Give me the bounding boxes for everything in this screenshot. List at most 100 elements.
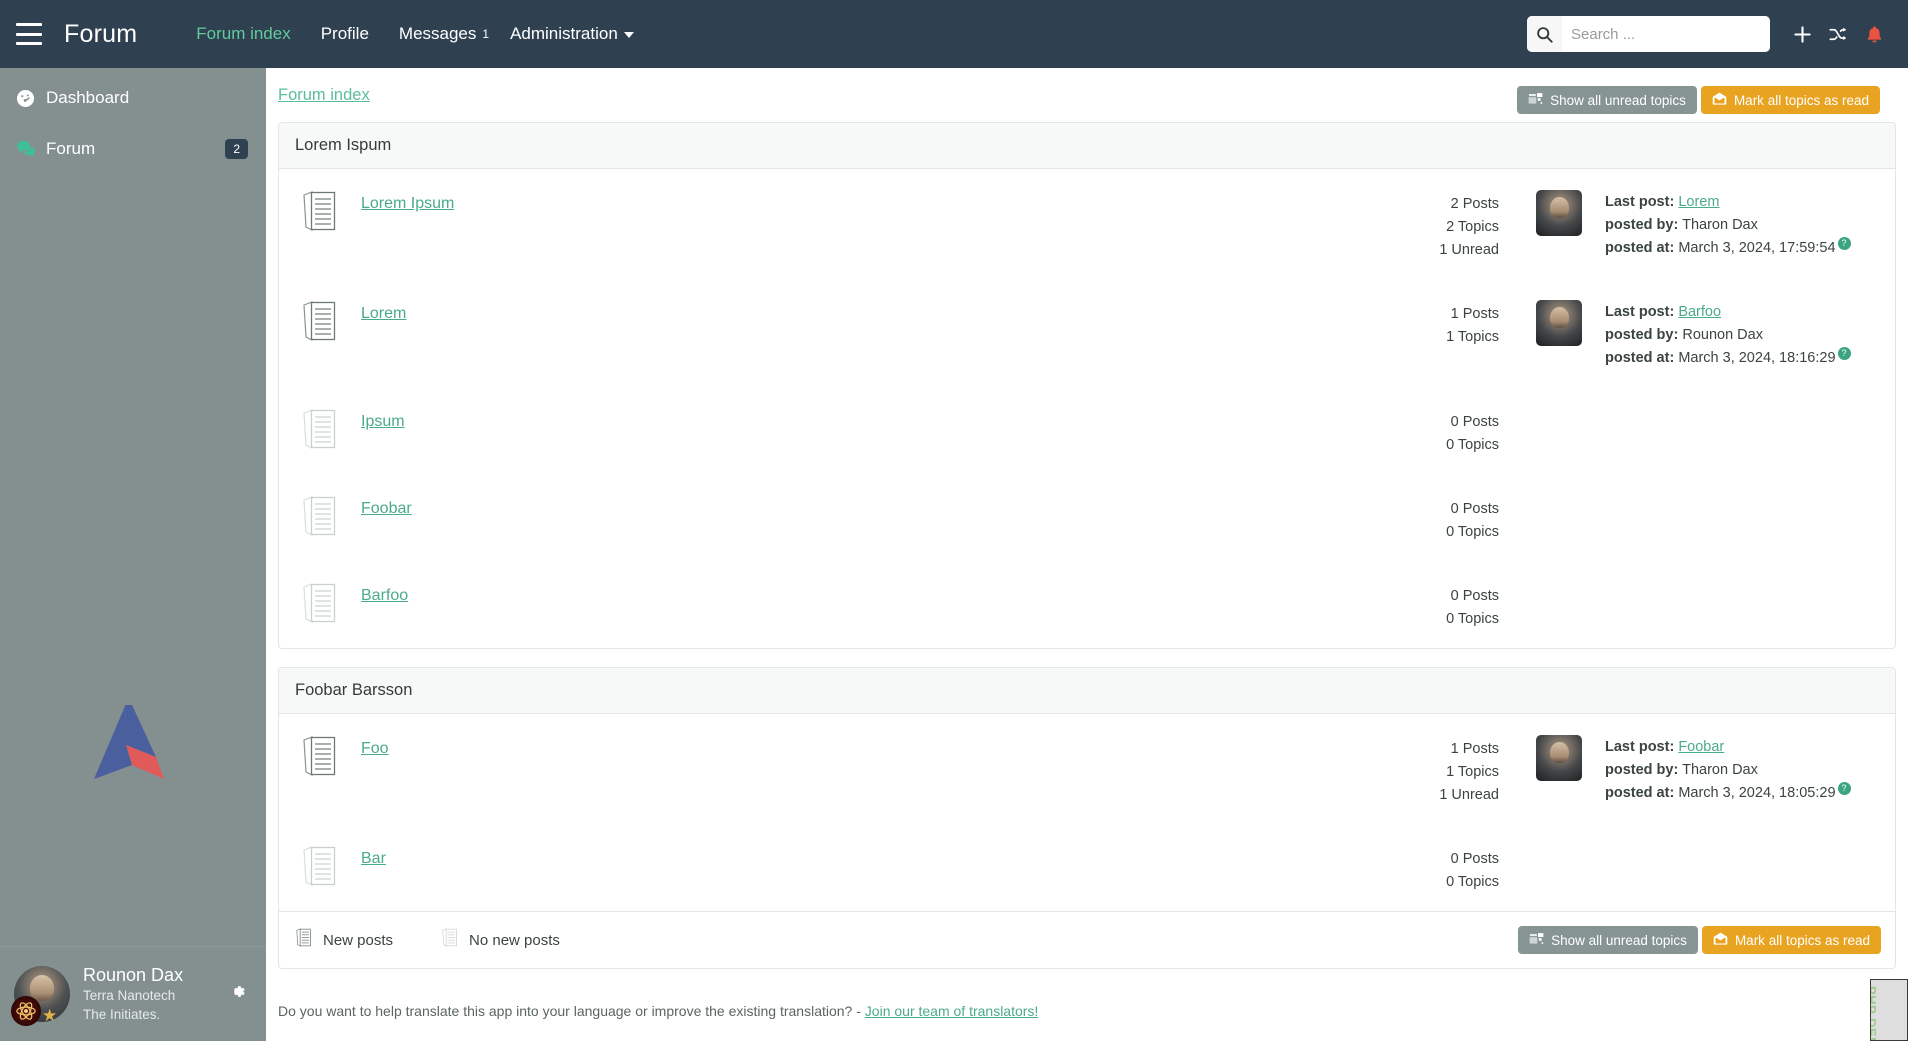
chat-bubbles-icon <box>16 140 46 158</box>
sidebar-item-dashboard[interactable]: Dashboard <box>0 77 266 119</box>
top-navigation-bar: Forum Forum index Profile Messages 1 Adm… <box>0 0 1908 68</box>
posted-at-label: posted at: <box>1605 350 1675 366</box>
forum-topic-count: 0 Topics <box>1446 611 1499 627</box>
nav-administration[interactable]: Administration <box>495 0 649 68</box>
forum-name-cell: Barfoo <box>361 578 1303 605</box>
forum-link[interactable]: Lorem <box>361 305 406 322</box>
show-unread-topics-label-top: Show all unread topics <box>1550 92 1686 108</box>
notification-bell-icon[interactable] <box>1856 14 1892 54</box>
translation-note-text: Do you want to help translate this app i… <box>278 1003 865 1019</box>
last-post-info <box>1605 491 1895 496</box>
main-content-area: Forum index Show all unread topics Mark … <box>266 68 1908 1041</box>
last-post-info <box>1605 404 1895 409</box>
posted-at-value: March 3, 2024, 17:59:54 <box>1678 240 1836 256</box>
last-poster-portrait <box>1536 300 1582 346</box>
shuffle-icon[interactable] <box>1820 14 1856 54</box>
app-brand-title: Forum <box>64 19 138 48</box>
last-post-avatar <box>1513 491 1605 495</box>
last-post-link[interactable]: Foobar <box>1678 739 1724 755</box>
sidebar-item-dashboard-label: Dashboard <box>46 88 130 107</box>
last-post-info <box>1605 578 1895 583</box>
user-info-block: Rounon Dax Terra Nanotech The Initiates. <box>83 964 228 1024</box>
posted-by-label: posted by: <box>1605 762 1679 778</box>
show-unread-topics-button-bottom[interactable]: Show all unread topics <box>1518 926 1698 954</box>
forum-rows: Foo 1 Posts 1 Topics 1 Unread Last post:… <box>279 714 1895 911</box>
last-post-line: Last post: Foobar <box>1605 736 1895 759</box>
clock-icon: ? <box>1837 782 1851 796</box>
php-debug-bar-label: PHP DEBUG BAR <box>1871 986 1879 1040</box>
nav-messages[interactable]: Messages <box>384 0 491 68</box>
posted-at-label: posted at: <box>1605 240 1675 256</box>
translators-link[interactable]: Join our team of translators! <box>865 1003 1039 1019</box>
mark-all-read-button-top[interactable]: Mark all topics as read <box>1700 86 1880 114</box>
forum-topic-count: 0 Topics <box>1446 437 1499 453</box>
forum-rows: Lorem Ipsum 2 Posts 2 Topics 1 Unread La… <box>279 169 1895 648</box>
posted-at-value: March 3, 2024, 18:16:29 <box>1678 350 1836 366</box>
clock-icon: ? <box>1837 347 1851 361</box>
search-input[interactable] <box>1562 16 1770 52</box>
forum-row: Foobar 0 Posts 0 Topics <box>279 474 1895 561</box>
forum-name-cell: Lorem Ipsum <box>361 186 1303 213</box>
breadcrumb[interactable]: Forum index <box>278 86 370 105</box>
forum-category-panel: Foobar Barsson Foo 1 Posts 1 Topics 1 Un… <box>278 667 1896 969</box>
new-posts-icon <box>279 296 361 344</box>
posted-by-value: Tharon Dax <box>1682 762 1758 778</box>
last-post-label: Last post: <box>1605 304 1675 320</box>
nav-forum-index[interactable]: Forum index <box>181 0 305 68</box>
forum-link[interactable]: Ipsum <box>361 413 405 430</box>
forum-name-cell: Foo <box>361 731 1303 758</box>
last-post-avatar <box>1513 296 1605 346</box>
mark-all-read-button-bottom[interactable]: Mark all topics as read <box>1701 926 1881 954</box>
forum-name-cell: Foobar <box>361 491 1303 518</box>
sidebar-user-profile[interactable]: ★ Rounon Dax Terra Nanotech The Initiate… <box>0 946 266 1041</box>
last-post-avatar <box>1513 578 1605 582</box>
forum-post-count: 0 Posts <box>1450 414 1499 430</box>
last-post-link[interactable]: Barfoo <box>1678 304 1721 320</box>
forum-unread-count: 1 Unread <box>1439 787 1499 803</box>
forum-unread-count: 1 Unread <box>1439 242 1499 258</box>
mark-all-read-label-top: Mark all topics as read <box>1733 92 1869 108</box>
gear-icon[interactable] <box>228 982 247 1007</box>
breadcrumb-row: Forum index Show all unread topics Mark … <box>266 68 1908 122</box>
translation-note: Do you want to help translate this app i… <box>266 987 1908 1019</box>
forum-category-panel: Lorem Ispum Lorem Ipsum 2 Posts 2 Topics… <box>278 122 1896 649</box>
last-poster-portrait <box>1536 190 1582 236</box>
show-unread-topics-label-bottom: Show all unread topics <box>1551 932 1687 948</box>
last-post-label: Last post: <box>1605 194 1675 210</box>
user-name: Rounon Dax <box>83 965 184 985</box>
last-post-line: Last post: Barfoo <box>1605 301 1895 324</box>
posted-by-value: Rounon Dax <box>1682 327 1763 343</box>
alliance-star-icon: ★ <box>42 1006 58 1025</box>
legend-new-posts: New posts <box>295 927 393 953</box>
last-post-link[interactable]: Lorem <box>1678 194 1719 210</box>
inbox-arrow-icon <box>1529 932 1544 948</box>
forum-row: Barfoo 0 Posts 0 Topics <box>279 561 1895 648</box>
forum-link[interactable]: Lorem Ipsum <box>361 195 454 212</box>
forum-stats: 0 Posts 0 Topics <box>1303 578 1513 631</box>
forum-post-count: 2 Posts <box>1450 196 1499 212</box>
forum-link[interactable]: Bar <box>361 850 386 867</box>
hamburger-menu-icon[interactable] <box>16 23 42 45</box>
show-unread-topics-button-top[interactable]: Show all unread topics <box>1517 86 1697 114</box>
forum-row: Foo 1 Posts 1 Topics 1 Unread Last post:… <box>279 714 1895 824</box>
forum-category-title: Lorem Ispum <box>279 123 1895 169</box>
no-new-posts-icon <box>279 404 361 452</box>
last-post-info: Last post: Barfoo posted by: Rounon Dax … <box>1605 296 1895 370</box>
forum-link[interactable]: Barfoo <box>361 587 408 604</box>
forum-stats: 1 Posts 1 Topics <box>1303 296 1513 349</box>
search-box[interactable] <box>1527 16 1770 52</box>
nav-profile[interactable]: Profile <box>306 0 384 68</box>
no-new-posts-icon <box>279 578 361 626</box>
last-post-avatar <box>1513 186 1605 236</box>
last-post-info: Last post: Lorem posted by: Tharon Dax p… <box>1605 186 1895 260</box>
forum-topic-count: 1 Topics <box>1446 764 1499 780</box>
forum-link[interactable]: Foobar <box>361 500 412 517</box>
sidebar-logo <box>0 703 266 783</box>
mark-all-read-label-bottom: Mark all topics as read <box>1734 932 1870 948</box>
envelope-open-icon <box>1713 932 1728 948</box>
add-icon[interactable] <box>1784 14 1820 54</box>
forum-link[interactable]: Foo <box>361 740 389 757</box>
sidebar-item-forum[interactable]: Forum 2 <box>0 128 266 170</box>
php-debug-bar-tab[interactable]: PHP DEBUG BAR <box>1870 979 1908 1041</box>
forum-category-title: Foobar Barsson <box>279 668 1895 714</box>
